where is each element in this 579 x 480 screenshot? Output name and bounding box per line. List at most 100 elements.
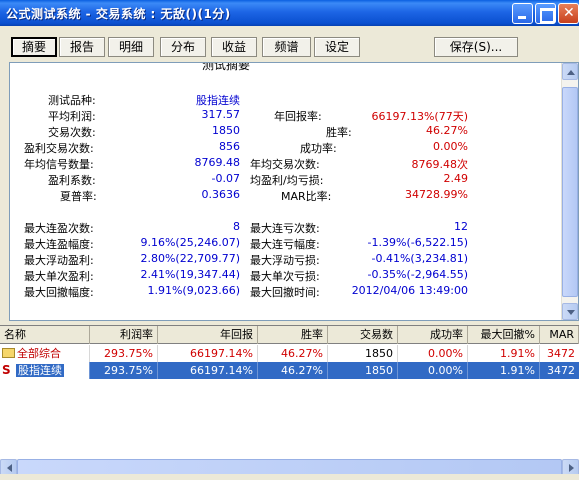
- stat-label: 最大连亏幅度:: [250, 238, 320, 251]
- stat-label: 夏普率:: [60, 190, 97, 203]
- scroll-up-icon[interactable]: [562, 63, 578, 80]
- stat-label: 盈利系数:: [48, 174, 96, 187]
- stat-label: 最大回撤幅度:: [24, 286, 94, 299]
- table-cell: 46.27%: [258, 345, 328, 362]
- stat-row: 交易次数: 1850 胜率: 46.27%: [10, 124, 560, 140]
- stat-label: 交易次数:: [48, 126, 96, 139]
- stat-label: 最大浮动亏损:: [250, 254, 320, 267]
- stat-value: 2012/04/06 13:49:00: [351, 284, 468, 297]
- column-header-name[interactable]: 名称: [0, 326, 90, 344]
- stat-label: 最大连盈次数:: [24, 222, 94, 235]
- column-header[interactable]: 利润率: [90, 326, 158, 344]
- table-cell: 1.91%: [468, 362, 540, 379]
- title-bar[interactable]: 公式测试系统 - 交易系统 : 无敌()(1分) ✕: [0, 0, 579, 26]
- tab-summary[interactable]: 摘要: [11, 37, 57, 57]
- tab-distribution[interactable]: 分布: [160, 37, 206, 57]
- table-cell: 3472: [547, 364, 575, 377]
- table-cell: 46.27%: [258, 362, 328, 379]
- summary-vertical-scrollbar[interactable]: [561, 63, 578, 320]
- stat-value: 856: [219, 140, 240, 153]
- status-bar: [0, 474, 579, 480]
- stat-label: 最大单次亏损:: [250, 270, 320, 283]
- stat-row: 最大连盈幅度: 9.16%(25,246.07) 最大连亏幅度: -1.39%(…: [10, 236, 560, 252]
- s-icon: S: [2, 363, 11, 377]
- tab-report[interactable]: 报告: [59, 37, 105, 57]
- table-cell: 0.00%: [398, 345, 468, 362]
- stat-label: 最大连亏次数:: [250, 222, 320, 235]
- scroll-thumb[interactable]: [562, 87, 578, 297]
- minimize-button[interactable]: [512, 3, 533, 24]
- stat-value: 1850: [212, 124, 240, 137]
- stat-value: 317.57: [201, 108, 241, 121]
- table-cell: 1850: [328, 345, 398, 362]
- stat-label: 年均交易次数:: [250, 158, 320, 171]
- stat-value: 9.16%(25,246.07): [140, 236, 240, 249]
- stat-row: 盈利交易次数: 856 成功率: 0.00%: [10, 140, 560, 156]
- column-header[interactable]: 最大回撤%: [468, 326, 540, 344]
- stat-label: 最大连盈幅度:: [24, 238, 94, 251]
- stat-label: 最大单次盈利:: [24, 270, 94, 283]
- scroll-down-icon[interactable]: [562, 303, 578, 320]
- stat-value: 34728.99%: [405, 188, 468, 201]
- stat-row: 最大回撤幅度: 1.91%(9,023.66) 最大回撤时间: 2012/04/…: [10, 284, 560, 300]
- column-header[interactable]: 交易数: [328, 326, 398, 344]
- window-title: 公式测试系统 - 交易系统 : 无敌()(1分): [6, 7, 231, 21]
- summary-heading: 测试摘要: [202, 62, 251, 72]
- stat-value: -1.39%(-6,522.15): [367, 236, 468, 249]
- stat-label: 成功率:: [300, 142, 337, 155]
- column-header[interactable]: 年回报: [158, 326, 258, 344]
- stat-label: 最大回撤时间:: [250, 286, 320, 299]
- tab-spectrum[interactable]: 频谱: [262, 37, 311, 57]
- table-cell: 66197.14%: [158, 362, 258, 379]
- stat-label: 年回报率:: [274, 110, 322, 123]
- stat-row: 盈利系数: -0.07 均盈利/均亏损: 2.49: [10, 172, 560, 188]
- stat-label: 均盈利/均亏损:: [250, 174, 324, 187]
- stat-value: 2.49: [443, 172, 469, 185]
- row-name-cell: S 股指连续: [0, 362, 90, 379]
- stat-label: 最大浮动盈利:: [24, 254, 94, 267]
- tab-details[interactable]: 明细: [108, 37, 154, 57]
- tab-returns[interactable]: 收益: [211, 37, 257, 57]
- stat-label: 平均利润:: [48, 110, 96, 123]
- table-cell: 1850: [328, 362, 398, 379]
- stat-value: 8769.48: [194, 156, 241, 169]
- maximize-button[interactable]: [535, 3, 556, 24]
- stat-label: 年均信号数量:: [24, 158, 94, 171]
- table-header: 名称 利润率 年回报 胜率 交易数 成功率 最大回撤% MAR: [0, 326, 579, 344]
- close-button[interactable]: ✕: [558, 3, 579, 24]
- stat-value: -0.07: [211, 172, 240, 185]
- table-row[interactable]: 全部综合 293.75% 66197.14% 46.27% 1850 0.00%…: [0, 345, 579, 362]
- row-name-cell: 全部综合: [0, 345, 90, 362]
- product-row: 测试品种: 股指连续: [10, 92, 560, 108]
- stat-label: 盈利交易次数:: [24, 142, 94, 155]
- table-cell: 3472: [547, 347, 575, 360]
- save-button[interactable]: 保存(S)...: [434, 37, 518, 57]
- stat-value: 0.3636: [201, 188, 241, 201]
- table-cell: 293.75%: [90, 362, 158, 379]
- column-header[interactable]: 成功率: [398, 326, 468, 344]
- stat-value: 0.00%: [433, 140, 468, 153]
- stat-row: 最大连盈次数: 8 最大连亏次数: 12: [10, 220, 560, 236]
- stat-row: 夏普率: 0.3636 MAR比率: 34728.99%: [10, 188, 560, 204]
- folder-icon: [2, 348, 15, 358]
- column-header[interactable]: 胜率: [258, 326, 328, 344]
- tab-settings[interactable]: 设定: [314, 37, 360, 57]
- stat-value: 46.27%: [426, 124, 468, 137]
- stat-value: 66197.13%(77天): [371, 110, 468, 123]
- stat-row: 平均利润: 317.57 年回报率: 66197.13%(77天): [10, 108, 560, 124]
- table-cell: 1.91%: [468, 345, 540, 362]
- table-cell: 66197.14%: [158, 345, 258, 362]
- stat-value: -0.41%(3,234.81): [371, 252, 468, 265]
- table-row[interactable]: S 股指连续 293.75% 66197.14% 46.27% 1850 0.00…: [0, 362, 579, 379]
- stat-row: 年均信号数量: 8769.48 年均交易次数: 8769.48次: [10, 156, 560, 172]
- toolbar: 摘要 报告 明细 分布 收益 频谱 设定 保存(S)...: [0, 26, 579, 62]
- stat-value: 1.91%(9,023.66): [147, 284, 240, 297]
- results-table: 名称 利润率 年回报 胜率 交易数 成功率 最大回撤% MAR 全部综合 293…: [0, 325, 579, 480]
- close-icon: ✕: [563, 5, 575, 21]
- stat-value: 2.80%(22,709.77): [140, 252, 240, 265]
- stat-value: 12: [454, 220, 468, 233]
- summary-panel: 测试摘要 测试品种: 股指连续 平均利润: 317.57 年回报率: 66197…: [9, 62, 579, 321]
- stat-label: MAR比率:: [281, 190, 332, 203]
- column-header[interactable]: MAR: [540, 326, 579, 344]
- stat-value: 8: [233, 220, 240, 233]
